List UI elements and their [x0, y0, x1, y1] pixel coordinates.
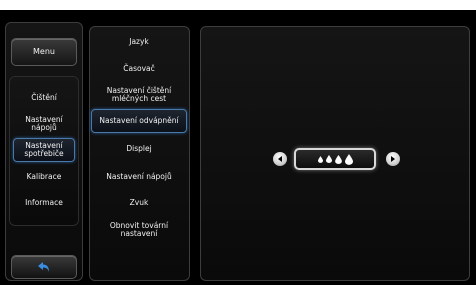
water-drop-icon: [325, 155, 332, 163]
menu-item-factory-reset[interactable]: Obnovit tovární nastavení: [91, 218, 187, 242]
sidebar-item-beverage-settings[interactable]: Nastavení nápojů: [13, 112, 75, 136]
arrow-left-icon[interactable]: [273, 152, 287, 166]
water-hardness-selector[interactable]: [294, 148, 376, 170]
menu-item-beverage-settings[interactable]: Nastavení nápojů: [91, 165, 187, 189]
sidebar-item-cleaning[interactable]: Čištění: [13, 86, 75, 110]
back-button[interactable]: [11, 255, 77, 279]
device-screen: Menu Čištění Nastavení nápojů Nastavení …: [0, 10, 476, 285]
menu-item-timer[interactable]: Časovač: [91, 57, 187, 81]
menu-item-descaling-settings[interactable]: Nastavení odvápnění: [91, 109, 187, 133]
water-drop-icon: [344, 153, 353, 165]
menu-item-sound[interactable]: Zvuk: [91, 191, 187, 215]
sidebar-item-calibration[interactable]: Kalibrace: [13, 165, 75, 189]
undo-arrow-icon: [38, 262, 49, 272]
water-drop-icon: [317, 155, 323, 163]
menu-item-language[interactable]: Jazyk: [91, 30, 187, 54]
arrow-right-icon[interactable]: [386, 152, 400, 166]
menu-button[interactable]: Menu: [11, 38, 77, 66]
sidebar-item-appliance-settings[interactable]: Nastavení spotřebiče: [13, 138, 75, 162]
menu-item-display[interactable]: Displej: [91, 137, 187, 161]
menu-item-milk-line-cleaning-settings[interactable]: Nastavení čištění mléčných cest: [91, 83, 187, 107]
water-drop-icon: [334, 154, 342, 164]
sidebar-item-information[interactable]: Informace: [13, 191, 75, 215]
